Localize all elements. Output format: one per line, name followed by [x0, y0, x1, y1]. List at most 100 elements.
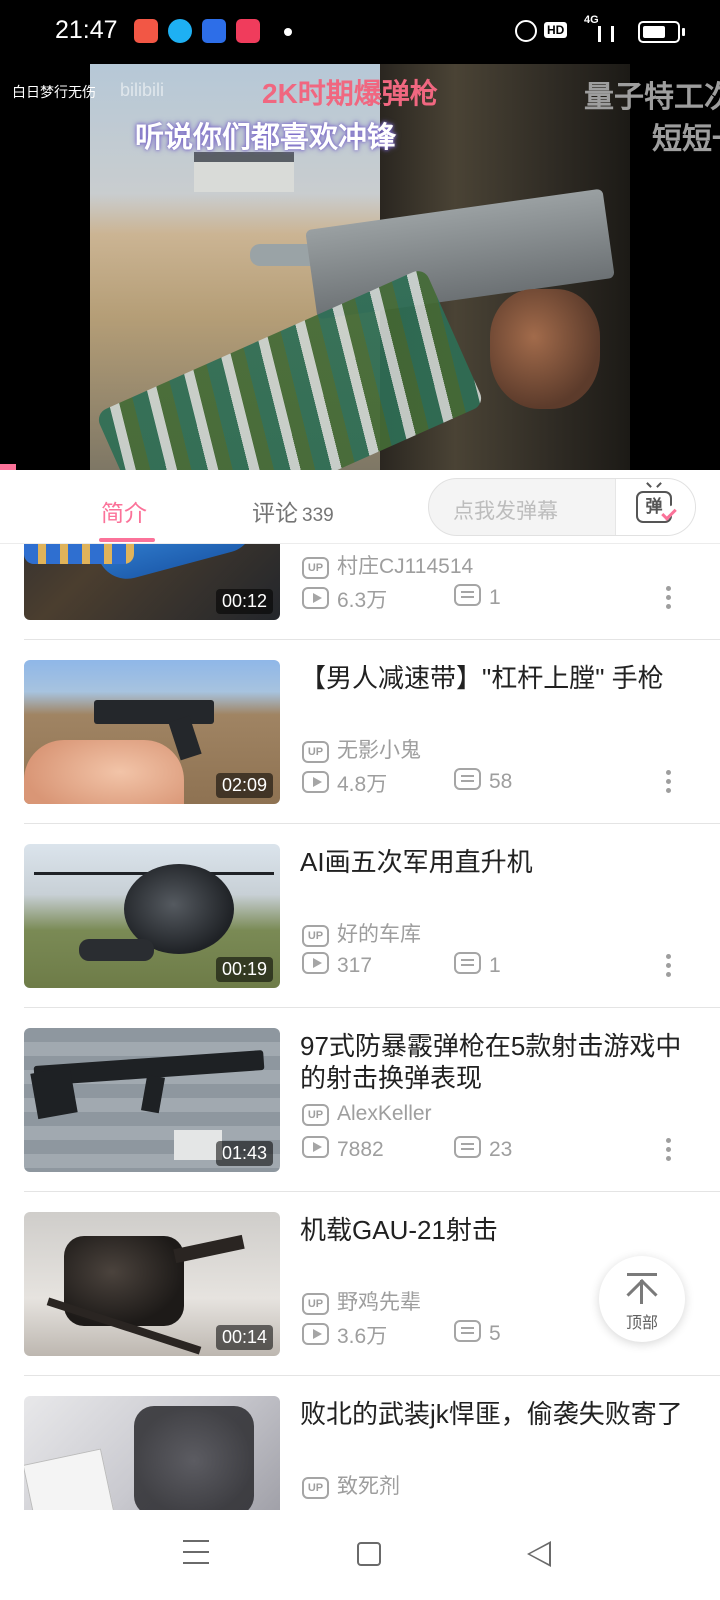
video-title[interactable]: 【男人减速带】"杠杆上膛" 手枪	[300, 662, 692, 694]
more-icon[interactable]	[666, 770, 672, 794]
bilibili-watermark: bilibili	[120, 80, 165, 100]
play-count-icon	[302, 1136, 329, 1158]
menu-icon[interactable]	[183, 1540, 209, 1566]
tab-active-indicator	[99, 538, 155, 542]
uploader-row: UP 致死剂	[302, 1470, 400, 1500]
danmaku-right-2: 短短一	[652, 123, 720, 156]
uploader-name: 村庄CJ114514	[337, 555, 474, 578]
video-thumbnail[interactable]: 00:14	[24, 1212, 280, 1356]
tab-comments[interactable]: 评论 339	[252, 494, 334, 528]
stats-row: 3.6万 5	[302, 1320, 501, 1350]
danmaku-count: 5	[489, 1322, 501, 1345]
qq-app-icon	[168, 19, 192, 43]
arrow-up-bar	[627, 1273, 657, 1276]
view-count: 317	[337, 954, 373, 977]
danmaku-count-icon	[454, 584, 481, 606]
up-icon: UP	[302, 1104, 329, 1126]
video-title[interactable]: 败北的武装jk悍匪，偷袭失败寄了	[300, 1398, 692, 1430]
play-count-icon	[302, 952, 329, 974]
browser-app-icon	[202, 19, 226, 43]
video-app-icon	[236, 19, 260, 43]
related-video-list: 00:12 UP 村庄CJ114514 6.3万 1 02:09 【男人减速带】"杠…	[0, 544, 720, 1510]
danmaku-count-icon	[454, 952, 481, 974]
up-icon: UP	[302, 557, 329, 579]
network-label: 4G	[584, 14, 599, 26]
play-count-icon	[302, 1323, 329, 1345]
video-thumbnail[interactable]: 00:12	[24, 544, 280, 620]
stats-row: 7882 23	[302, 1136, 512, 1162]
list-item[interactable]: 01:43 97式防暴霰弹枪在5款射击游戏中的射击换弹表现 UP AlexKell…	[0, 1008, 720, 1192]
video-title[interactable]: 机载GAU-21射击	[300, 1214, 692, 1246]
video-title[interactable]: 97式防暴霰弹枪在5款射击游戏中的射击换弹表现	[300, 1030, 692, 1094]
uploader-row: UP 好的车库	[302, 918, 421, 948]
home-icon[interactable]	[357, 1542, 381, 1566]
list-item[interactable]: 02:09 【男人减速带】"杠杆上膛" 手枪 UP 无影小鬼 4.8万 58	[0, 640, 720, 824]
more-icon[interactable]	[666, 1138, 672, 1162]
video-thumbnail[interactable]: 01:43	[24, 1028, 280, 1172]
system-nav-bar	[0, 1510, 720, 1600]
up-icon: UP	[302, 1293, 329, 1315]
danmaku-count: 23	[489, 1138, 513, 1161]
danmaku-count: 58	[489, 770, 513, 793]
list-item[interactable]: 00:12 UP 村庄CJ114514 6.3万 1	[0, 544, 720, 640]
uploader-row: UP 野鸡先辈	[302, 1286, 421, 1316]
danmaku-count-icon	[454, 768, 481, 790]
danmaku-left: 白日梦行无伤	[12, 84, 96, 100]
uploader-name: 无影小鬼	[337, 739, 421, 762]
stats-row: 6.3万 1	[302, 584, 501, 614]
back-icon[interactable]	[527, 1541, 551, 1567]
uploader-row: UP 无影小鬼	[302, 734, 421, 764]
hd-badge: HD	[544, 22, 568, 38]
battery-tip	[682, 28, 685, 36]
view-count: 3.6万	[337, 1325, 388, 1348]
duration-badge: 00:14	[215, 1325, 273, 1350]
more-icon[interactable]	[666, 954, 672, 978]
duration-badge: 00:12	[215, 589, 273, 614]
music-app-icon	[134, 19, 158, 43]
uploader-name: 好的车库	[337, 923, 421, 946]
video-thumbnail[interactable]: 00:19	[24, 844, 280, 988]
danmaku-input[interactable]: 点我发弹幕 弹	[428, 478, 696, 536]
arrow-up-head	[626, 1279, 658, 1311]
list-item[interactable]: 00:19 AI画五次军用直升机 UP 好的车库 317 1	[0, 824, 720, 1008]
tab-comments-label: 评论	[252, 500, 298, 526]
back-to-top-label: 顶部	[625, 1315, 658, 1332]
up-icon: UP	[302, 1477, 329, 1499]
stats-row: 317 1	[302, 952, 501, 978]
duration-badge: 00:19	[215, 957, 273, 982]
tab-intro[interactable]: 简介	[101, 494, 147, 528]
view-count: 4.8万	[337, 773, 388, 796]
video-title[interactable]: AI画五次军用直升机	[300, 846, 692, 878]
tab-bar: 简介 评论 339 点我发弹幕 弹	[0, 470, 720, 544]
danmaku-placeholder[interactable]: 点我发弹幕	[453, 495, 558, 525]
list-item[interactable]: 败北的武装jk悍匪，偷袭失败寄了 UP 致死剂	[0, 1376, 720, 1510]
stats-row: 4.8万 58	[302, 768, 512, 798]
video-thumbnail[interactable]: 02:09	[24, 660, 280, 804]
dot-icon	[284, 28, 292, 36]
danmaku-count: 1	[489, 954, 501, 977]
uploader-row: UP AlexKeller	[302, 1102, 432, 1126]
video-player[interactable]: 21:47 HD 4G 白日梦行无伤 bilibili 2K时期爆弹枪 听说你们…	[0, 0, 720, 470]
uploader-name: 致死剂	[337, 1475, 400, 1498]
up-icon: UP	[302, 925, 329, 947]
video-hand	[490, 289, 600, 409]
status-bar: 21:47 HD 4G	[0, 0, 720, 64]
back-to-top-button[interactable]: 顶部	[599, 1256, 685, 1342]
comments-count: 339	[302, 505, 334, 526]
danmaku-count-icon	[454, 1136, 481, 1158]
video-caption-sub: 听说你们都喜欢冲锋	[135, 122, 397, 154]
danmaku-toggle-button[interactable]: 弹	[615, 479, 695, 535]
uploader-name: 野鸡先辈	[337, 1291, 421, 1314]
view-count: 7882	[337, 1138, 384, 1161]
danmaku-count: 1	[489, 586, 501, 609]
danmaku-count-icon	[454, 1320, 481, 1342]
video-caption-title: 2K时期爆弹枪	[262, 78, 438, 109]
danmaku-right-1: 量子特工次	[584, 81, 720, 114]
video-thumbnail[interactable]	[24, 1396, 280, 1510]
signal-icon	[598, 26, 614, 42]
more-icon[interactable]	[666, 586, 672, 610]
duration-badge: 01:43	[215, 1141, 273, 1166]
battery-icon	[638, 21, 680, 43]
status-time: 21:47	[55, 16, 118, 44]
battery-level	[643, 26, 665, 38]
